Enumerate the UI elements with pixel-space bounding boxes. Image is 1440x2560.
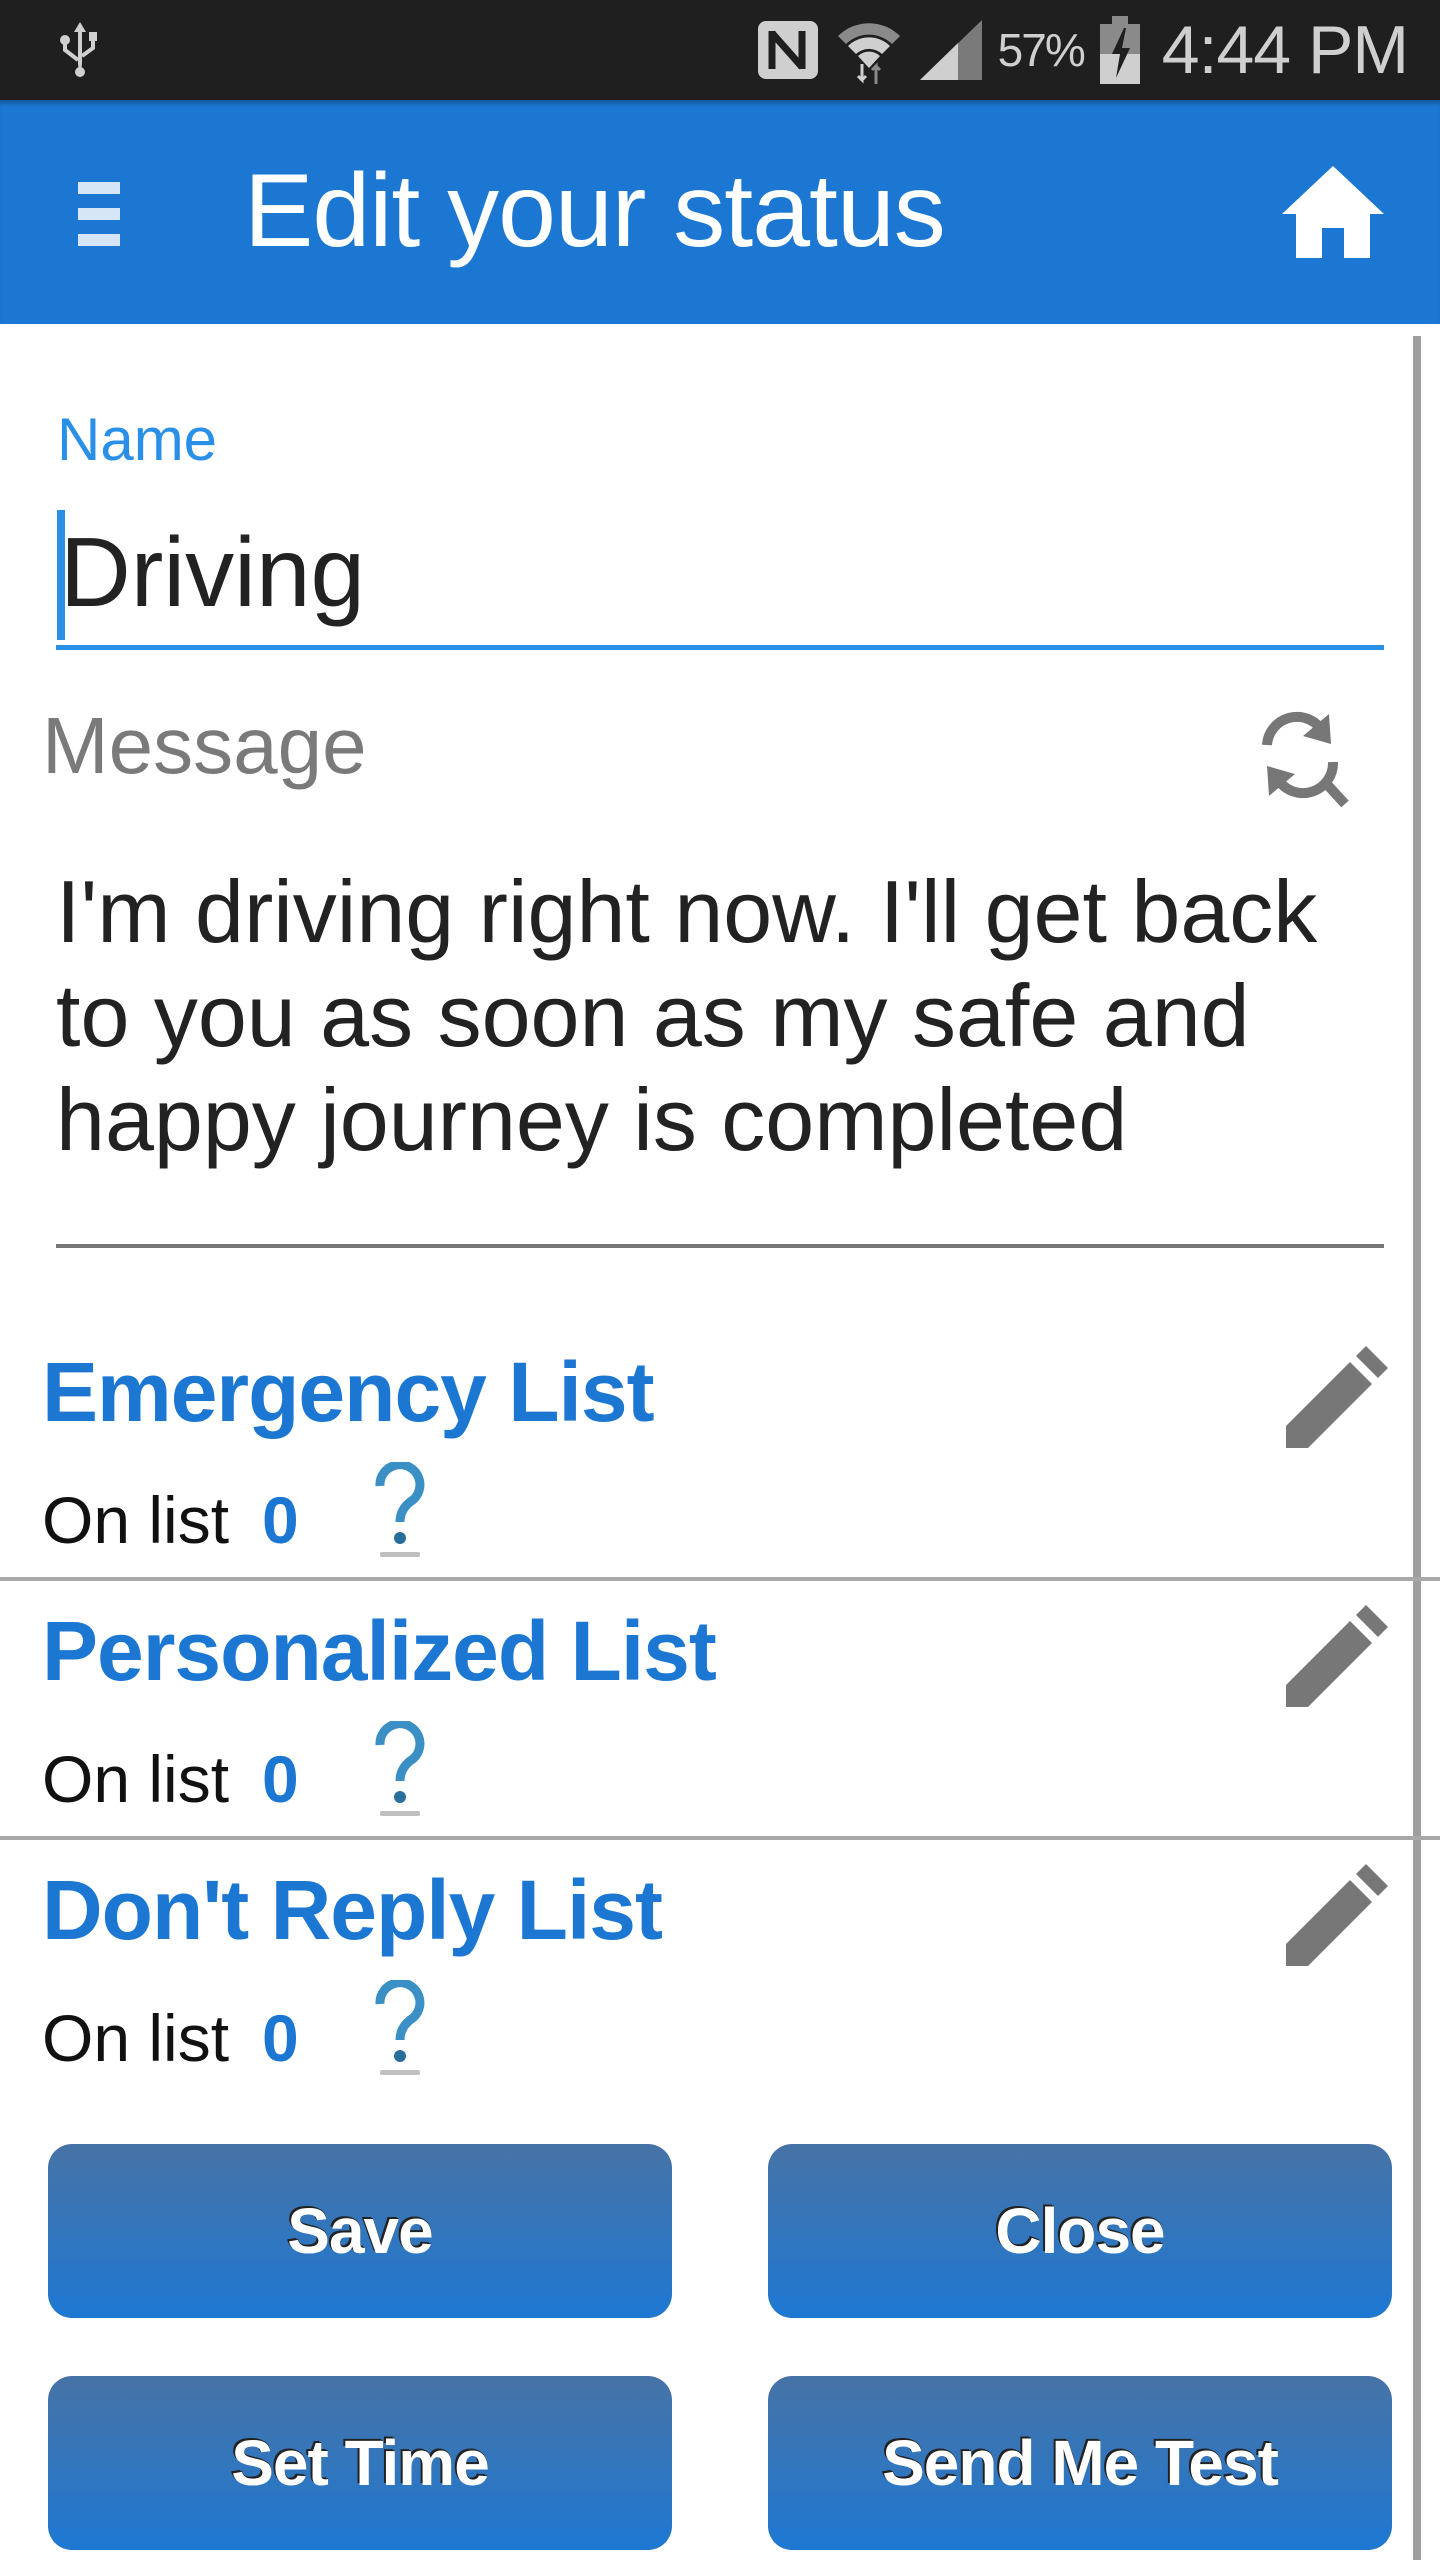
page-title: Edit your status [244, 153, 946, 269]
send-me-test-button[interactable]: Send Me Test [768, 2376, 1392, 2550]
on-list-count: 0 [262, 1742, 299, 1816]
question-mark-icon[interactable] [370, 1980, 430, 2080]
text-cursor [57, 510, 65, 640]
hamburger-menu-icon[interactable] [78, 182, 120, 246]
list-title: Emergency List [42, 1345, 655, 1439]
status-bar: 57% 4:44 PM [0, 0, 1440, 100]
list-title: Don't Reply List [42, 1863, 663, 1957]
on-list-count: 0 [262, 1483, 299, 1557]
close-button[interactable]: Close [768, 2144, 1392, 2318]
set-time-button[interactable]: Set Time [48, 2376, 672, 2550]
nfc-icon [757, 21, 818, 79]
signal-icon [919, 20, 982, 80]
dont-reply-list-section: Don't Reply List On list 0 [0, 1840, 1413, 2098]
name-input[interactable] [56, 500, 1384, 650]
message-input[interactable]: I'm driving right now. I'll get back to … [56, 860, 1396, 1180]
usb-icon [60, 22, 97, 78]
clock: 4:44 PM [1161, 12, 1409, 88]
battery-percent: 57% [997, 24, 1086, 76]
pencil-icon[interactable] [1280, 1862, 1390, 1972]
question-mark-icon[interactable] [370, 1721, 430, 1821]
save-button[interactable]: Save [48, 2144, 672, 2318]
on-list-label: On list [42, 2001, 230, 2075]
pencil-icon[interactable] [1280, 1603, 1390, 1713]
name-label: Name [57, 406, 218, 473]
on-list-label: On list [42, 1483, 230, 1557]
question-mark-icon[interactable] [370, 1462, 430, 1562]
scrollbar[interactable] [1413, 336, 1421, 2560]
wifi-icon [837, 23, 900, 84]
message-label: Message [42, 701, 367, 790]
home-icon[interactable] [1278, 162, 1388, 262]
on-list-label: On list [42, 1742, 230, 1816]
battery-charging-icon [1099, 16, 1140, 84]
refresh-search-icon[interactable] [1245, 700, 1355, 810]
emergency-list-section: Emergency List On list 0 [0, 1322, 1413, 1580]
personalized-list-section: Personalized List On list 0 [0, 1581, 1413, 1839]
pencil-icon[interactable] [1280, 1344, 1390, 1454]
list-title: Personalized List [42, 1604, 717, 1698]
app-bar: Edit your status [0, 100, 1440, 324]
on-list-count: 0 [262, 2001, 299, 2075]
message-underline [56, 1244, 1384, 1248]
